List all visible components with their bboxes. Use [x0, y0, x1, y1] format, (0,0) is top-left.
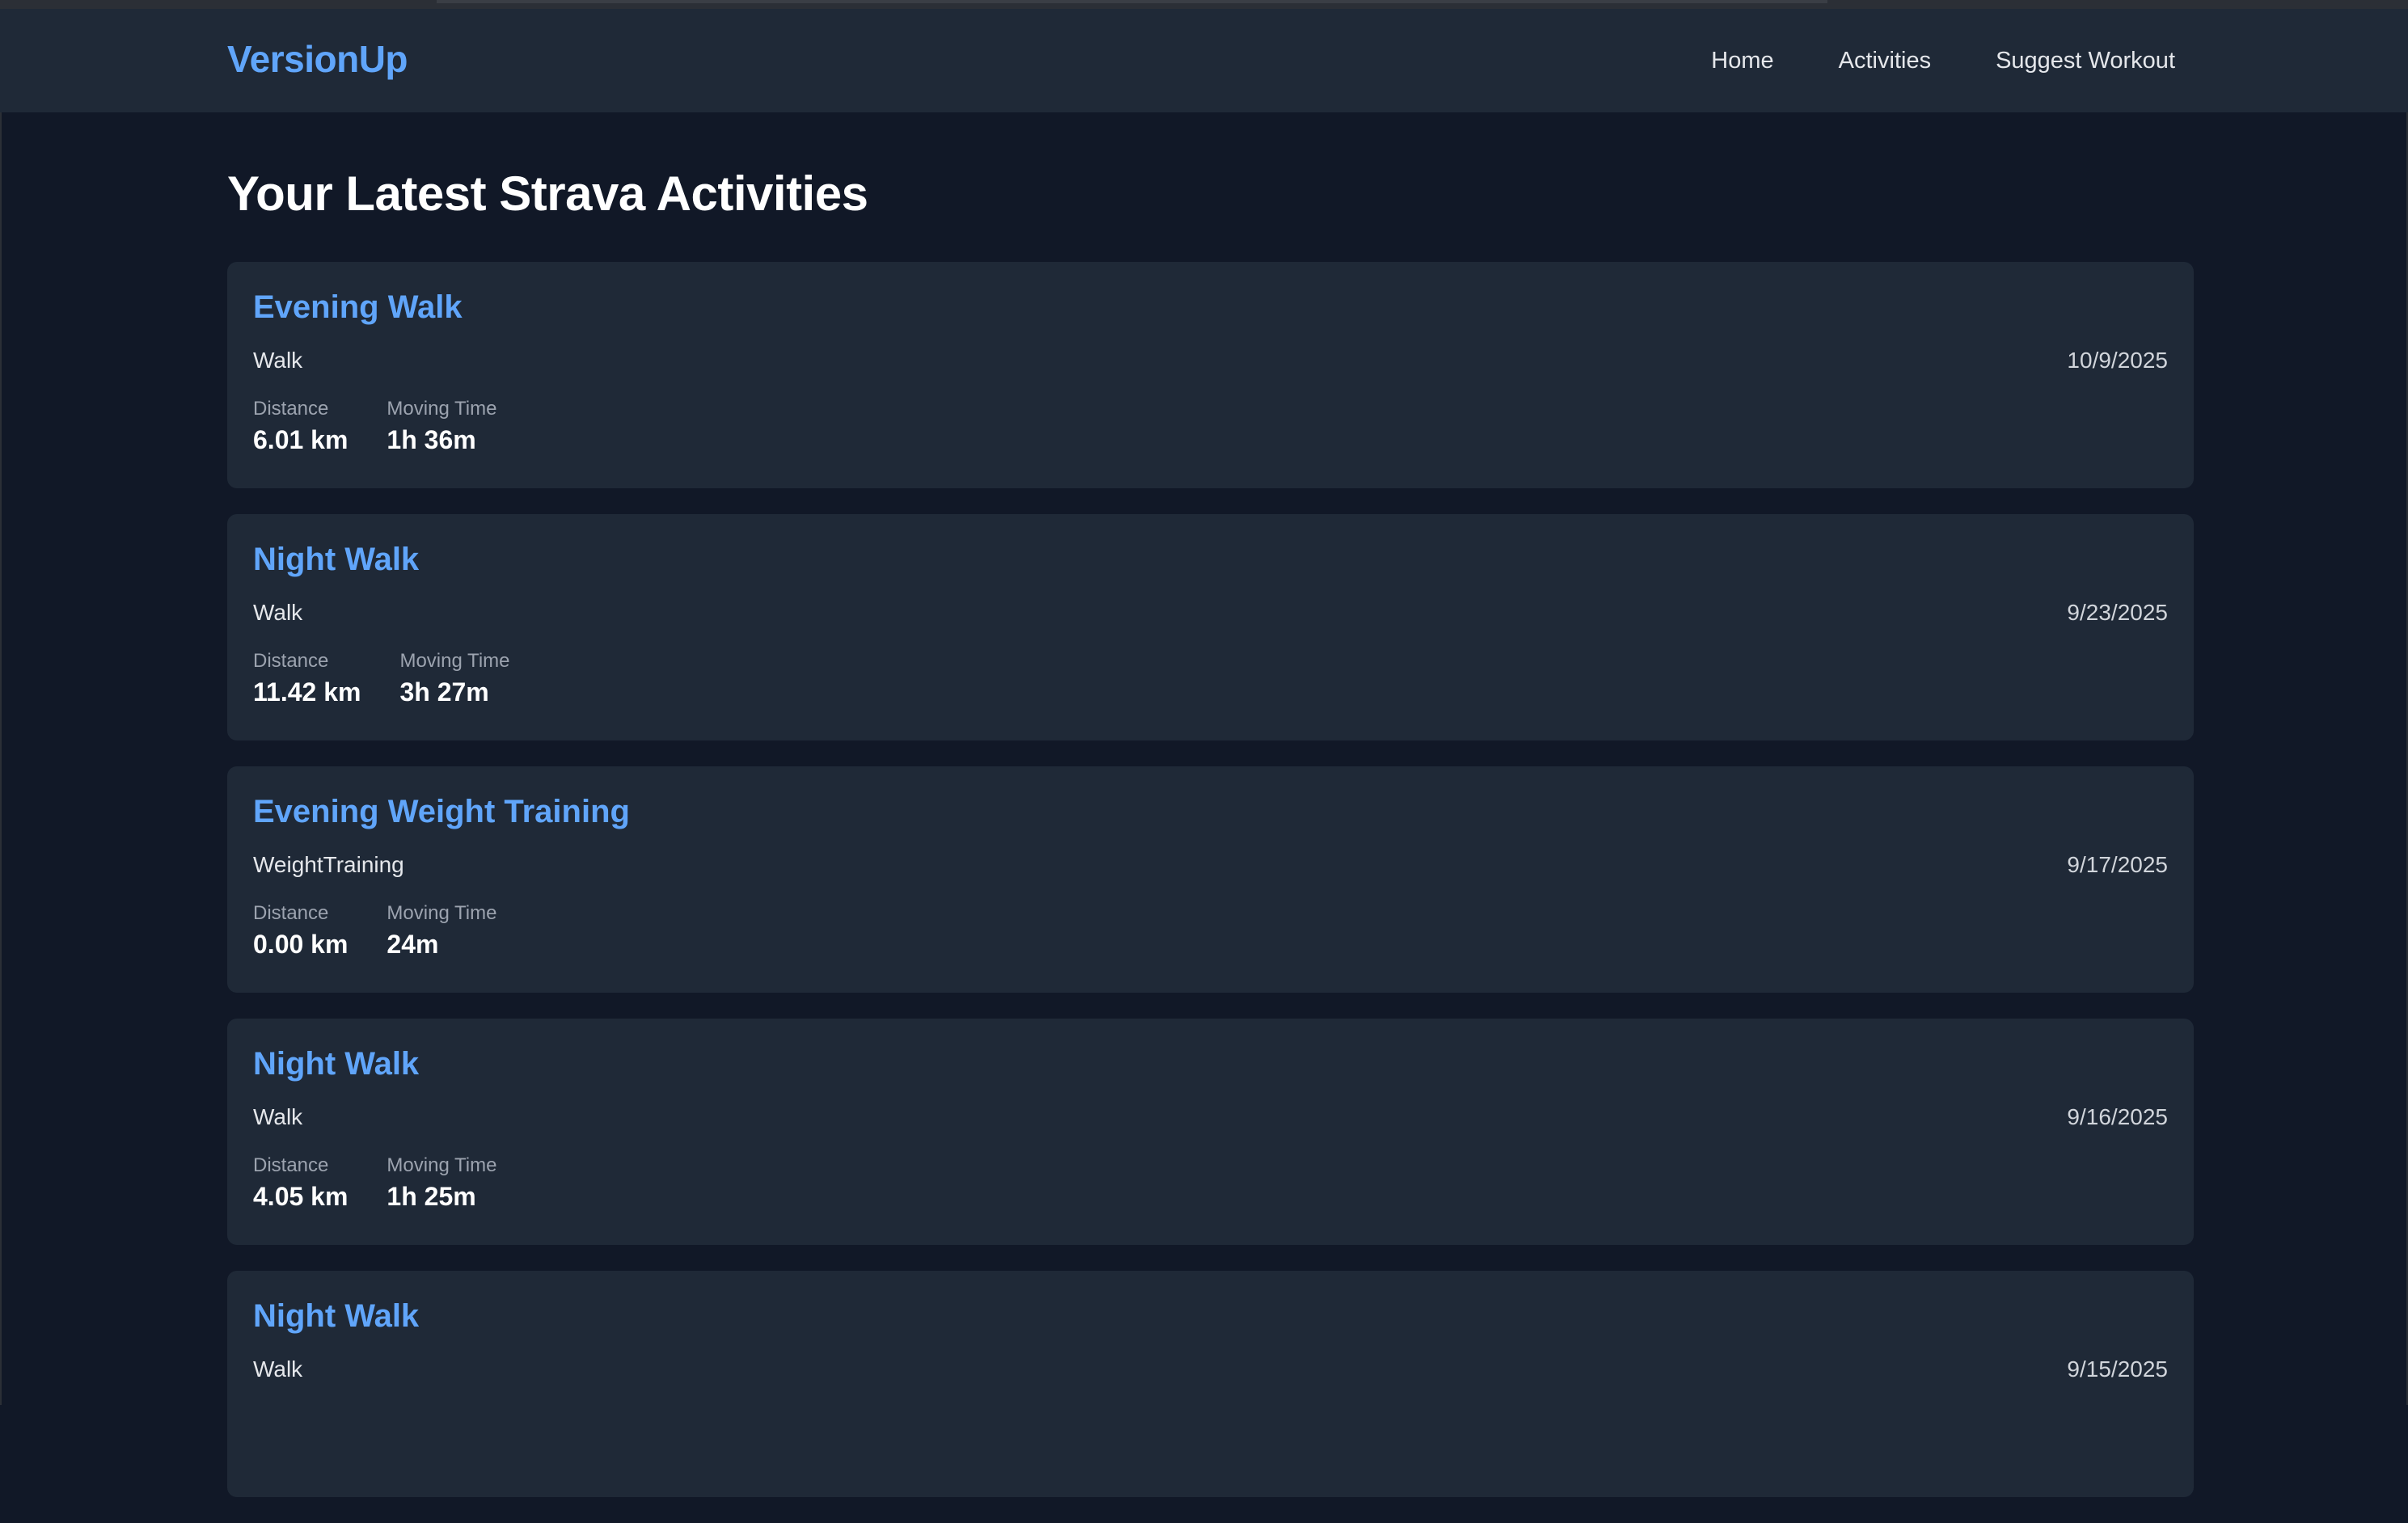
stat-moving-time: Moving Time 1h 36m: [387, 398, 496, 455]
activity-stats: Distance 4.05 km Moving Time 1h 25m: [253, 1154, 496, 1212]
window-top-strip: [0, 0, 2408, 9]
activity-name[interactable]: Night Walk: [253, 1046, 419, 1082]
activity-card[interactable]: Night Walk Walk 9/16/2025 Distance 4.05 …: [227, 1019, 2194, 1245]
stat-moving-time: Moving Time 24m: [387, 902, 496, 960]
brand-logo[interactable]: VersionUp: [227, 37, 408, 81]
activity-type: Walk: [253, 348, 303, 373]
activity-date: 10/9/2025: [2067, 348, 2168, 373]
stat-value: 1h 25m: [387, 1182, 476, 1211]
stat-distance: Distance 6.01 km: [253, 398, 348, 455]
stat-label: Distance: [253, 902, 329, 924]
activity-name[interactable]: Evening Walk: [253, 289, 463, 326]
activity-type: Walk: [253, 600, 303, 625]
activity-card[interactable]: Night Walk Walk 9/15/2025: [227, 1271, 2194, 1497]
stat-moving-time: Moving Time 3h 27m: [399, 650, 509, 707]
stat-label: Moving Time: [387, 1154, 497, 1176]
window-frame-left: [0, 0, 2, 1405]
activity-list: Evening Walk Walk 10/9/2025 Distance 6.0…: [227, 262, 2194, 1523]
activity-card[interactable]: Evening Weight Training WeightTraining 9…: [227, 766, 2194, 993]
activity-stats: Distance 6.01 km Moving Time 1h 36m: [253, 398, 496, 455]
stat-value: 0.00 km: [253, 930, 349, 959]
stat-label: Moving Time: [399, 650, 510, 672]
activity-type: Walk: [253, 1104, 303, 1129]
stat-label: Distance: [253, 1154, 329, 1176]
stat-label: Moving Time: [387, 398, 497, 420]
stat-distance: Distance 4.05 km: [253, 1154, 348, 1212]
nav-link-home[interactable]: Home: [1711, 48, 1773, 74]
activity-stats: Distance 11.42 km Moving Time 3h 27m: [253, 650, 510, 707]
nav-link-suggest-workout[interactable]: Suggest Workout: [1996, 48, 2175, 74]
page-title: Your Latest Strava Activities: [227, 167, 868, 221]
stat-moving-time: Moving Time 1h 25m: [387, 1154, 496, 1212]
stat-label: Moving Time: [387, 902, 497, 924]
stat-value: 3h 27m: [399, 677, 489, 707]
activity-type: WeightTraining: [253, 852, 404, 877]
stat-distance: Distance 11.42 km: [253, 650, 361, 707]
nav-links: Home Activities Suggest Workout: [1711, 48, 2175, 74]
activity-card[interactable]: Evening Walk Walk 10/9/2025 Distance 6.0…: [227, 262, 2194, 488]
nav-link-activities[interactable]: Activities: [1839, 48, 1931, 74]
activity-date: 9/17/2025: [2067, 852, 2168, 877]
activity-date: 9/23/2025: [2067, 600, 2168, 625]
activity-name[interactable]: Evening Weight Training: [253, 794, 630, 830]
activity-card[interactable]: Night Walk Walk 9/23/2025 Distance 11.42…: [227, 514, 2194, 740]
activity-stats: Distance 0.00 km Moving Time 24m: [253, 902, 496, 960]
activity-name[interactable]: Night Walk: [253, 542, 419, 578]
activity-name[interactable]: Night Walk: [253, 1298, 419, 1335]
stat-value: 24m: [387, 930, 439, 959]
activity-date: 9/16/2025: [2067, 1104, 2168, 1129]
navbar: VersionUp Home Activities Suggest Workou…: [0, 9, 2408, 112]
stat-value: 6.01 km: [253, 425, 349, 454]
stat-distance: Distance 0.00 km: [253, 902, 348, 960]
stat-value: 11.42 km: [253, 677, 361, 707]
activity-type: Walk: [253, 1356, 303, 1382]
stat-value: 1h 36m: [387, 425, 476, 454]
activity-date: 9/15/2025: [2067, 1356, 2168, 1382]
stat-label: Distance: [253, 650, 329, 672]
stat-value: 4.05 km: [253, 1182, 349, 1211]
window-top-highlight: [437, 0, 1827, 3]
stat-label: Distance: [253, 398, 329, 420]
